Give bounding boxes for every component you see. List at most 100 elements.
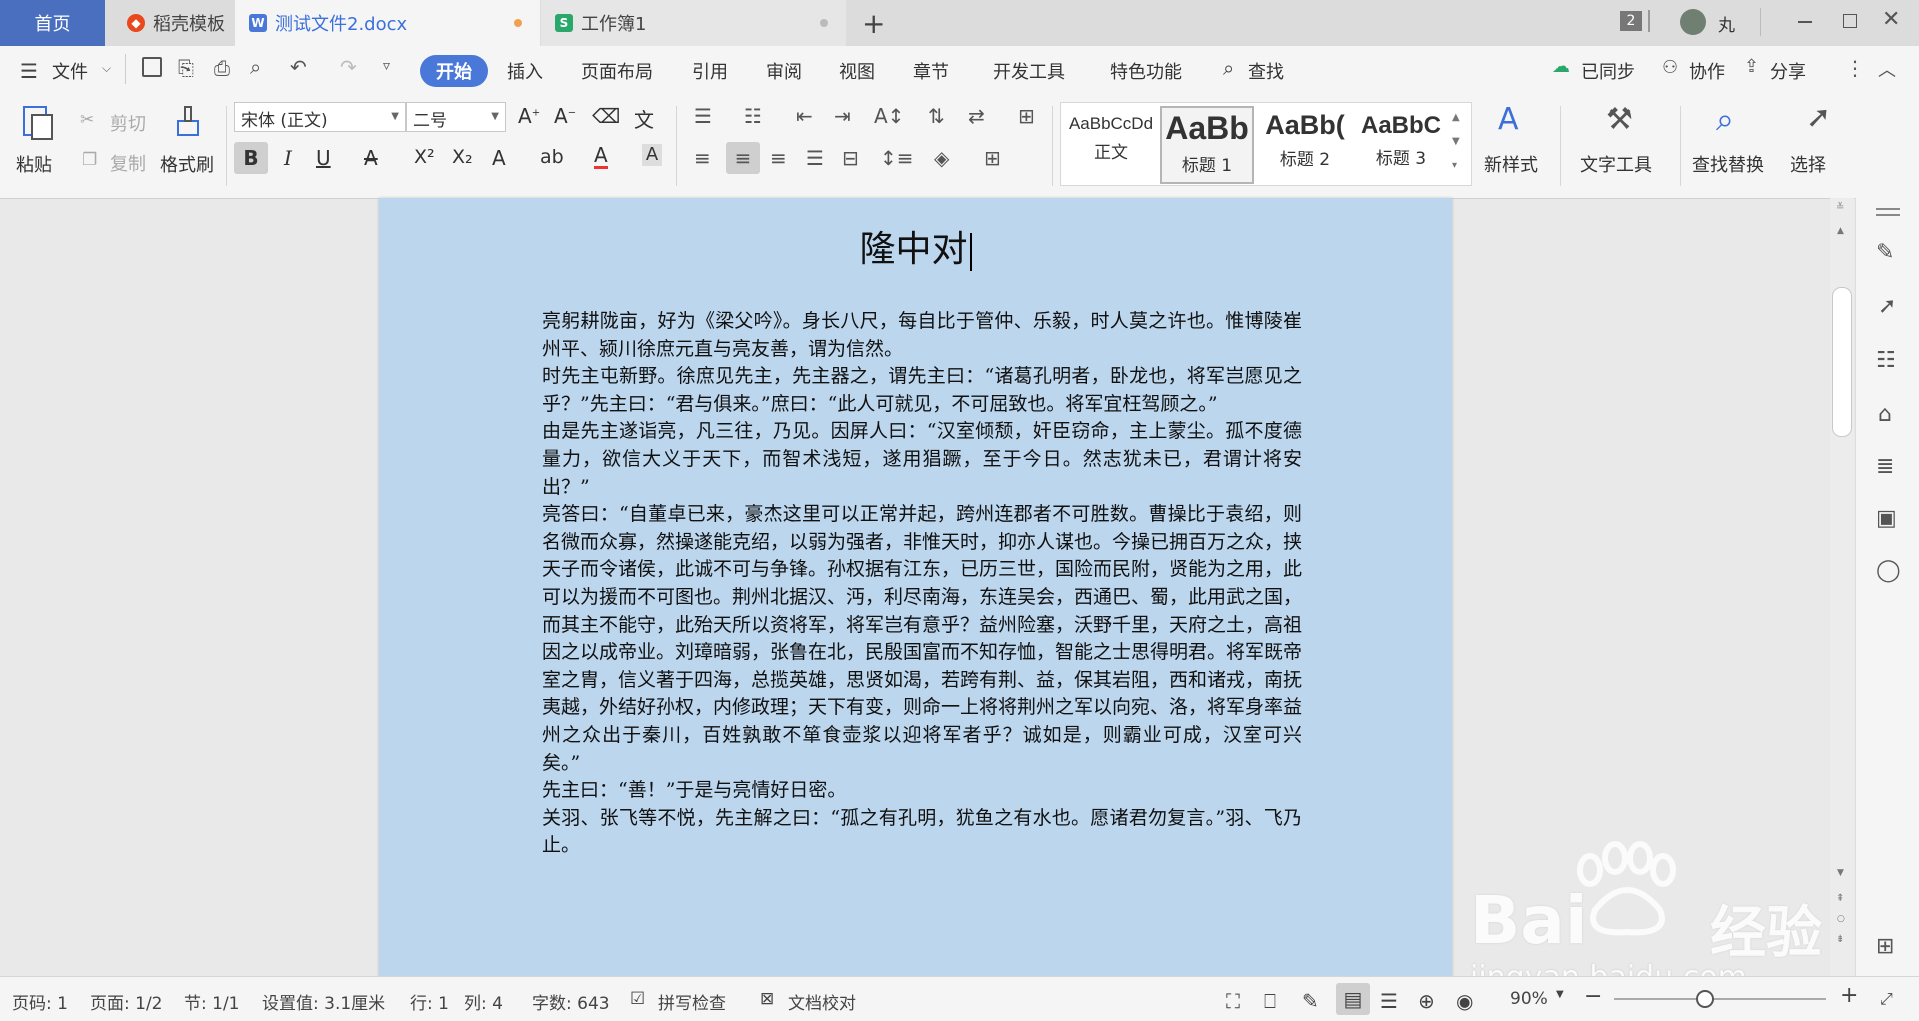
document-page[interactable]: 隆中对 亮躬耕陇亩，好为《梁父吟》。身长八尺，每自比于管仲、乐毅，时人莫之许也。…	[379, 198, 1452, 978]
subscript-button[interactable]: X₂	[452, 146, 473, 168]
print-icon[interactable]: ⎙	[214, 56, 230, 80]
spell-check-button[interactable]: 拼写检查	[658, 989, 726, 1014]
clear-format-icon[interactable]: ⌫	[592, 104, 620, 128]
fullscreen-icon[interactable]: ⛶	[1226, 989, 1240, 1013]
wrench-icon[interactable]: ⚒	[1606, 102, 1633, 137]
outline-view-icon[interactable]: ☰	[1380, 989, 1398, 1013]
adjust-icon[interactable]: ☷	[1876, 348, 1896, 373]
search-icon[interactable]: ⌕	[1223, 56, 1234, 80]
avatar[interactable]	[1680, 9, 1706, 35]
menu-special[interactable]: 特色功能	[1110, 58, 1182, 84]
zoom-in-icon[interactable]: +	[1840, 983, 1858, 1008]
find-replace-icon[interactable]: ⌕	[1716, 100, 1734, 139]
redo-icon[interactable]: ↷	[340, 55, 357, 79]
text-direction-icon[interactable]: A↕	[874, 104, 904, 128]
restore-icon[interactable]	[1843, 14, 1857, 28]
increase-indent-icon[interactable]: ⇥	[834, 104, 851, 128]
export-icon[interactable]: ⎘	[178, 56, 194, 80]
zoom-slider-handle[interactable]	[1696, 990, 1714, 1008]
outline-icon[interactable]: ≣	[1876, 454, 1894, 479]
menu-file[interactable]: 文件	[52, 58, 88, 84]
comment-icon[interactable]: ◯	[1876, 558, 1901, 583]
menu-review[interactable]: 审阅	[766, 58, 802, 84]
minimize-icon[interactable]	[1798, 21, 1812, 23]
find-replace-button[interactable]: 查找替换	[1692, 151, 1764, 177]
zoom-out-icon[interactable]: −	[1584, 984, 1602, 1009]
menu-references[interactable]: 引用	[692, 58, 728, 84]
document-body[interactable]: 亮躬耕陇亩，好为《梁父吟》。身长八尺，每自比于管仲、乐毅，时人莫之许也。惟博陵崔…	[542, 308, 1302, 860]
zoom-dropdown-icon[interactable]: ▼	[1556, 989, 1564, 1000]
quick-access-dropdown-icon[interactable]: ▿	[383, 58, 390, 74]
sidebar-menu-icon[interactable]	[1876, 208, 1900, 210]
align-center-button[interactable]: ≡	[726, 142, 760, 174]
lock-icon[interactable]: ⌂	[1878, 402, 1892, 427]
zoom-level[interactable]: 90%	[1510, 989, 1548, 1009]
strikethrough-button[interactable]: A	[364, 146, 378, 170]
print-preview-icon[interactable]: ⌕	[250, 55, 261, 79]
new-tab-button[interactable]: +	[862, 0, 892, 46]
split-handle-icon[interactable]: ≚	[1836, 202, 1844, 213]
new-style-button[interactable]: 新样式	[1484, 151, 1538, 177]
tab-workbook[interactable]: S 工作簿1	[541, 0, 846, 46]
status-setting[interactable]: 设置值: 3.1厘米	[262, 989, 385, 1014]
bullet-list-icon[interactable]: ☰	[694, 104, 712, 128]
italic-button[interactable]: I	[284, 146, 292, 170]
superscript-button[interactable]: X²	[414, 146, 435, 168]
expand-icon[interactable]: ⤢	[1880, 989, 1893, 1009]
write-mode-icon[interactable]: ✎	[1302, 989, 1319, 1013]
more-options-icon[interactable]: ⋮	[1845, 56, 1865, 80]
cut-button[interactable]: 剪切	[110, 110, 146, 136]
font-color-icon[interactable]: A	[594, 144, 608, 169]
line-spacing-icon[interactable]: ↕≡	[880, 146, 914, 170]
eye-protection-icon[interactable]: ◉	[1456, 989, 1473, 1013]
align-left-icon[interactable]: ≡	[694, 146, 711, 170]
window-count-badge[interactable]: 2	[1620, 11, 1642, 31]
tab-document[interactable]: W 测试文件2.docx	[235, 0, 540, 46]
style-heading-3[interactable]: AaBbC 标题 3	[1354, 106, 1448, 184]
close-icon[interactable]: ✕	[1882, 7, 1900, 32]
menu-chapter[interactable]: 章节	[913, 58, 949, 84]
highlight-icon[interactable]: ab	[540, 146, 564, 168]
web-view-icon[interactable]: ⊕	[1418, 989, 1435, 1013]
user-name[interactable]: 丸	[1718, 11, 1735, 36]
menu-developer[interactable]: 开发工具	[993, 58, 1065, 84]
tab-docer-templates[interactable]: ◆ 稻壳模板	[105, 0, 235, 46]
phonetic-guide-icon[interactable]: 文	[634, 104, 654, 133]
bold-button[interactable]: B	[234, 142, 268, 174]
reading-mode-icon[interactable]: ⎕	[1264, 989, 1276, 1013]
shrink-font-icon[interactable]: A−	[554, 104, 576, 128]
menu-insert[interactable]: 插入	[507, 58, 543, 84]
copy-button[interactable]: 复制	[110, 150, 146, 176]
style-heading-1[interactable]: AaBb 标题 1	[1160, 106, 1254, 184]
align-right-icon[interactable]: ≡	[770, 146, 787, 170]
paste-label[interactable]: 粘贴	[16, 151, 52, 177]
char-shading-icon[interactable]: A	[642, 144, 662, 166]
new-style-icon[interactable]: A	[1498, 102, 1519, 137]
menu-search[interactable]: 查找	[1248, 58, 1284, 84]
font-size-select[interactable]: 二号 ▼	[406, 102, 506, 132]
style-normal[interactable]: AaBbCcDd 正文	[1064, 106, 1158, 184]
document-title[interactable]: 隆中对	[379, 220, 1452, 272]
status-column[interactable]: 列: 4	[464, 989, 503, 1014]
page-view-button[interactable]: ▤	[1336, 983, 1370, 1015]
collapse-ribbon-icon[interactable]: ︿	[1878, 56, 1896, 82]
text-tools-button[interactable]: 文字工具	[1580, 151, 1652, 177]
table-border-icon[interactable]: ⊞	[1018, 104, 1035, 128]
tab-home[interactable]: 首页	[0, 0, 105, 46]
decrease-indent-icon[interactable]: ⇤	[796, 104, 813, 128]
select-button[interactable]: 选择	[1790, 151, 1826, 177]
grow-font-icon[interactable]: A+	[518, 104, 540, 128]
menu-page-layout[interactable]: 页面布局	[581, 58, 653, 84]
image-icon[interactable]: ▣	[1876, 506, 1897, 531]
style-scroll-icon[interactable]: ▲ ▼ ▾	[1452, 106, 1460, 178]
text-effect-icon[interactable]: A	[492, 146, 506, 170]
menu-start[interactable]: 开始	[420, 55, 488, 87]
zoom-slider[interactable]	[1614, 998, 1826, 1000]
underline-button[interactable]: U	[316, 146, 331, 170]
hamburger-icon[interactable]: ☰	[20, 59, 38, 83]
status-pages[interactable]: 页面: 1/2	[90, 989, 163, 1014]
select-cursor-icon[interactable]: ➚	[1806, 100, 1831, 135]
share-button[interactable]: 分享	[1770, 58, 1806, 84]
undo-icon[interactable]: ↶	[290, 55, 307, 79]
collaborate-button[interactable]: 协作	[1689, 58, 1725, 84]
